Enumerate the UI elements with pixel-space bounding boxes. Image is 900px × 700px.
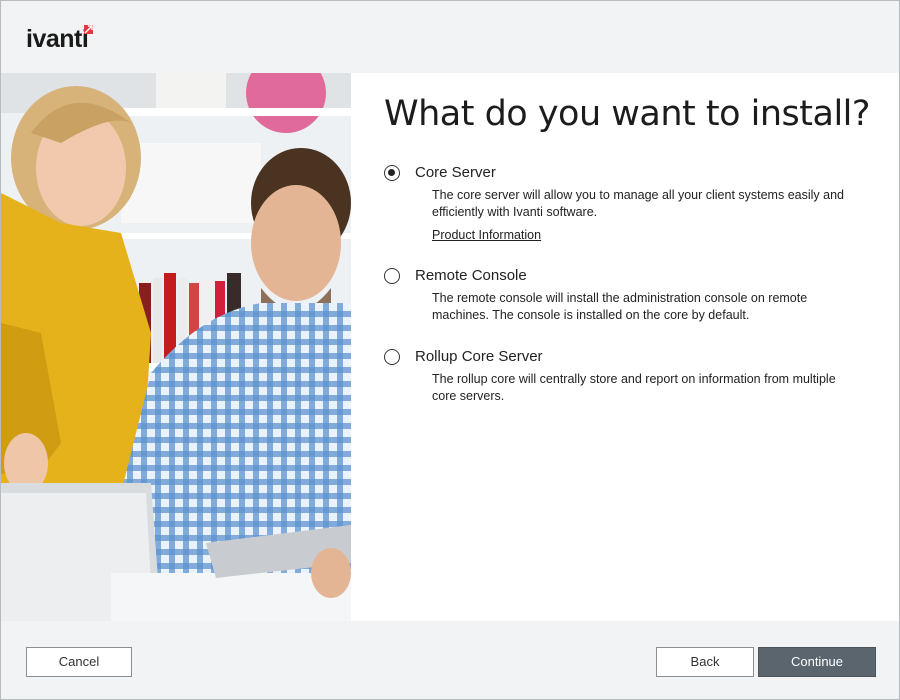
option-core-server[interactable]: Core Server The core server will allow y… — [384, 162, 864, 252]
option-label[interactable]: Rollup Core Server — [415, 346, 543, 368]
option-label[interactable]: Remote Console — [415, 265, 527, 287]
footer: Cancel Back Continue — [1, 621, 899, 699]
cancel-button[interactable]: Cancel — [26, 647, 132, 677]
option-description: The rollup core will centrally store and… — [432, 372, 836, 403]
back-button[interactable]: Back — [656, 647, 754, 677]
remote-console-radio[interactable] — [384, 268, 400, 284]
ivanti-logo: ivanti — [26, 25, 89, 53]
header: ivanti — [1, 1, 899, 73]
continue-button[interactable]: Continue — [758, 647, 876, 677]
option-description: The remote console will install the admi… — [432, 291, 808, 322]
product-information-link[interactable]: Product Information — [432, 228, 541, 242]
option-description: The core server will allow you to manage… — [432, 188, 844, 219]
logo-accent-icon — [84, 25, 93, 34]
installer-window: ivanti What do you want to install? Core… — [0, 0, 900, 700]
page-title: What do you want to install? — [384, 94, 870, 134]
hero-photo — [1, 73, 351, 621]
core-server-radio[interactable] — [384, 165, 400, 181]
option-rollup-core-server[interactable]: Rollup Core Server The rollup core will … — [384, 346, 864, 406]
option-remote-console[interactable]: Remote Console The remote console will i… — [384, 265, 864, 325]
rollup-core-server-radio[interactable] — [384, 349, 400, 365]
option-label[interactable]: Core Server — [415, 162, 496, 184]
main-content: What do you want to install? Core Server… — [351, 73, 899, 621]
